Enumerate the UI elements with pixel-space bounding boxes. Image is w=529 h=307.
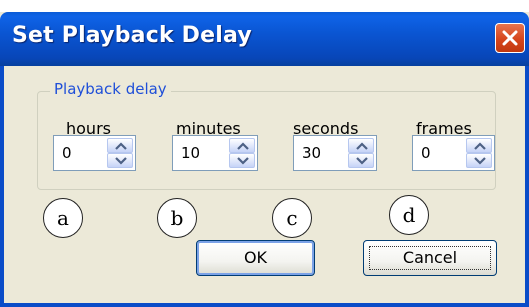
group-label: Playback delay xyxy=(50,80,171,98)
ok-button[interactable]: OK xyxy=(196,240,315,276)
close-button[interactable] xyxy=(495,23,525,53)
seconds-down-button[interactable] xyxy=(348,153,374,168)
arrow-down-icon xyxy=(237,157,249,165)
minutes-spinner[interactable]: 10 xyxy=(172,135,258,171)
arrow-down-icon xyxy=(115,157,127,165)
dialog-title: Set Playback Delay xyxy=(12,23,252,48)
callout-marker-a: a xyxy=(43,198,83,238)
hours-up-button[interactable] xyxy=(107,138,133,153)
callout-marker-b: b xyxy=(157,198,197,238)
callout-marker-c: c xyxy=(272,198,312,238)
frames-up-button[interactable] xyxy=(466,138,492,153)
minutes-value[interactable]: 10 xyxy=(181,144,200,162)
hours-spinner[interactable]: 0 xyxy=(53,135,136,171)
arrow-up-icon xyxy=(237,142,249,150)
hours-value[interactable]: 0 xyxy=(62,144,72,162)
callout-marker-d: d xyxy=(389,195,429,235)
frames-down-button[interactable] xyxy=(466,153,492,168)
title-bar[interactable]: Set Playback Delay xyxy=(0,12,529,66)
focus-rectangle xyxy=(369,246,491,270)
arrow-up-icon xyxy=(115,142,127,150)
seconds-up-button[interactable] xyxy=(348,138,374,153)
close-icon xyxy=(502,30,518,46)
frames-spinner[interactable]: 0 xyxy=(412,135,495,171)
hours-down-button[interactable] xyxy=(107,153,133,168)
arrow-down-icon xyxy=(474,157,486,165)
seconds-spinner[interactable]: 30 xyxy=(293,135,377,171)
seconds-value[interactable]: 30 xyxy=(302,144,321,162)
arrow-up-icon xyxy=(474,142,486,150)
window-frame-bottom xyxy=(0,303,529,307)
arrow-up-icon xyxy=(356,142,368,150)
minutes-up-button[interactable] xyxy=(229,138,255,153)
window-frame-right xyxy=(525,66,529,307)
minutes-down-button[interactable] xyxy=(229,153,255,168)
arrow-down-icon xyxy=(356,157,368,165)
frames-value[interactable]: 0 xyxy=(421,144,431,162)
window-frame-left xyxy=(0,66,4,307)
cancel-button[interactable]: Cancel xyxy=(363,240,497,276)
